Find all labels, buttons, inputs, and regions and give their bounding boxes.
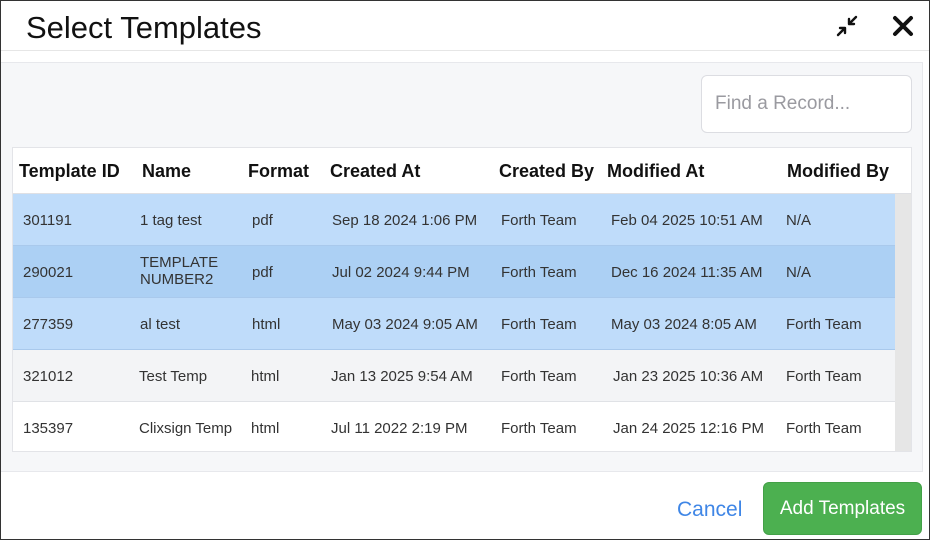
cell-created-at: Sep 18 2024 1:06 PM [332, 212, 478, 229]
cell-modified-at: Feb 04 2025 10:51 AM [611, 212, 763, 229]
cell-created-at: Jan 13 2025 9:54 AM [331, 368, 473, 385]
table-row[interactable]: 277359 al test html May 03 2024 9:05 AM … [13, 298, 895, 350]
column-header-modified-at[interactable]: Modified At [607, 161, 704, 182]
cell-template-id: 290021 [23, 264, 74, 281]
column-header-format[interactable]: Format [248, 161, 309, 182]
table-scrollbar[interactable] [895, 194, 911, 451]
dialog-header: Select Templates [1, 1, 929, 51]
cell-modified-by: Forth Team [786, 368, 862, 385]
cancel-button[interactable]: Cancel [677, 498, 742, 522]
cell-name: Test Temp [139, 368, 208, 385]
cell-created-at: May 03 2024 9:05 AM [332, 316, 478, 333]
cell-modified-by: N/A [786, 264, 812, 281]
cell-template-id: 135397 [23, 420, 74, 437]
cell-modified-by: Forth Team [786, 420, 862, 437]
cell-created-by: Forth Team [501, 264, 577, 281]
table-row[interactable]: 301191 1 tag test pdf Sep 18 2024 1:06 P… [13, 194, 895, 246]
cell-format: html [252, 316, 281, 333]
search-input[interactable] [701, 75, 912, 133]
cell-modified-by: N/A [786, 212, 812, 229]
table-row[interactable]: 321012 Test Temp html Jan 13 2025 9:54 A… [13, 350, 895, 402]
cell-format: pdf [252, 264, 273, 281]
cell-format: pdf [252, 212, 273, 229]
cell-template-id: 321012 [23, 368, 74, 385]
cell-modified-at: Dec 16 2024 11:35 AM [611, 264, 763, 281]
cell-format: html [251, 420, 280, 437]
column-header-modified-by[interactable]: Modified By [787, 161, 889, 182]
cell-name: al test [140, 316, 181, 333]
cell-modified-at: Jan 24 2025 12:16 PM [613, 420, 764, 437]
cell-format: html [251, 368, 280, 385]
cell-modified-at: Jan 23 2025 10:36 AM [613, 368, 764, 385]
cell-template-id: 301191 [23, 212, 72, 229]
cell-created-at: Jul 02 2024 9:44 PM [332, 264, 470, 281]
cell-name: 1 tag test [140, 212, 202, 229]
column-header-name[interactable]: Name [142, 161, 191, 182]
column-header-created-by[interactable]: Created By [499, 161, 594, 182]
cell-created-at: Jul 11 2022 2:19 PM [331, 420, 468, 437]
templates-table: Template ID Name Format Created At Creat… [12, 147, 912, 452]
cell-created-by: Forth Team [501, 368, 577, 385]
cell-name: TEMPLATE NUMBER2 [140, 254, 219, 288]
column-header-template-id[interactable]: Template ID [19, 161, 120, 182]
cell-modified-by: Forth Team [786, 316, 862, 333]
add-templates-button[interactable]: Add Templates [763, 482, 922, 535]
cell-created-by: Forth Team [501, 420, 577, 437]
cell-name: Clixsign Temp [139, 420, 233, 437]
cell-created-by: Forth Team [501, 316, 577, 333]
cell-created-by: Forth Team [501, 212, 577, 229]
cell-template-id: 277359 [23, 316, 74, 333]
cell-modified-at: May 03 2024 8:05 AM [611, 316, 757, 333]
table-header: Template ID Name Format Created At Creat… [13, 148, 911, 194]
column-header-created-at[interactable]: Created At [330, 161, 420, 182]
close-icon[interactable] [890, 13, 916, 39]
select-templates-dialog: Select Templates Template ID Name Format… [0, 0, 930, 540]
table-row[interactable]: 290021 TEMPLATE NUMBER2 pdf Jul 02 2024 … [13, 246, 895, 298]
minimize-icon[interactable] [834, 13, 860, 39]
table-row[interactable]: 135397 Clixsign Temp html Jul 11 2022 2:… [13, 402, 895, 451]
dialog-title: Select Templates [26, 10, 262, 45]
